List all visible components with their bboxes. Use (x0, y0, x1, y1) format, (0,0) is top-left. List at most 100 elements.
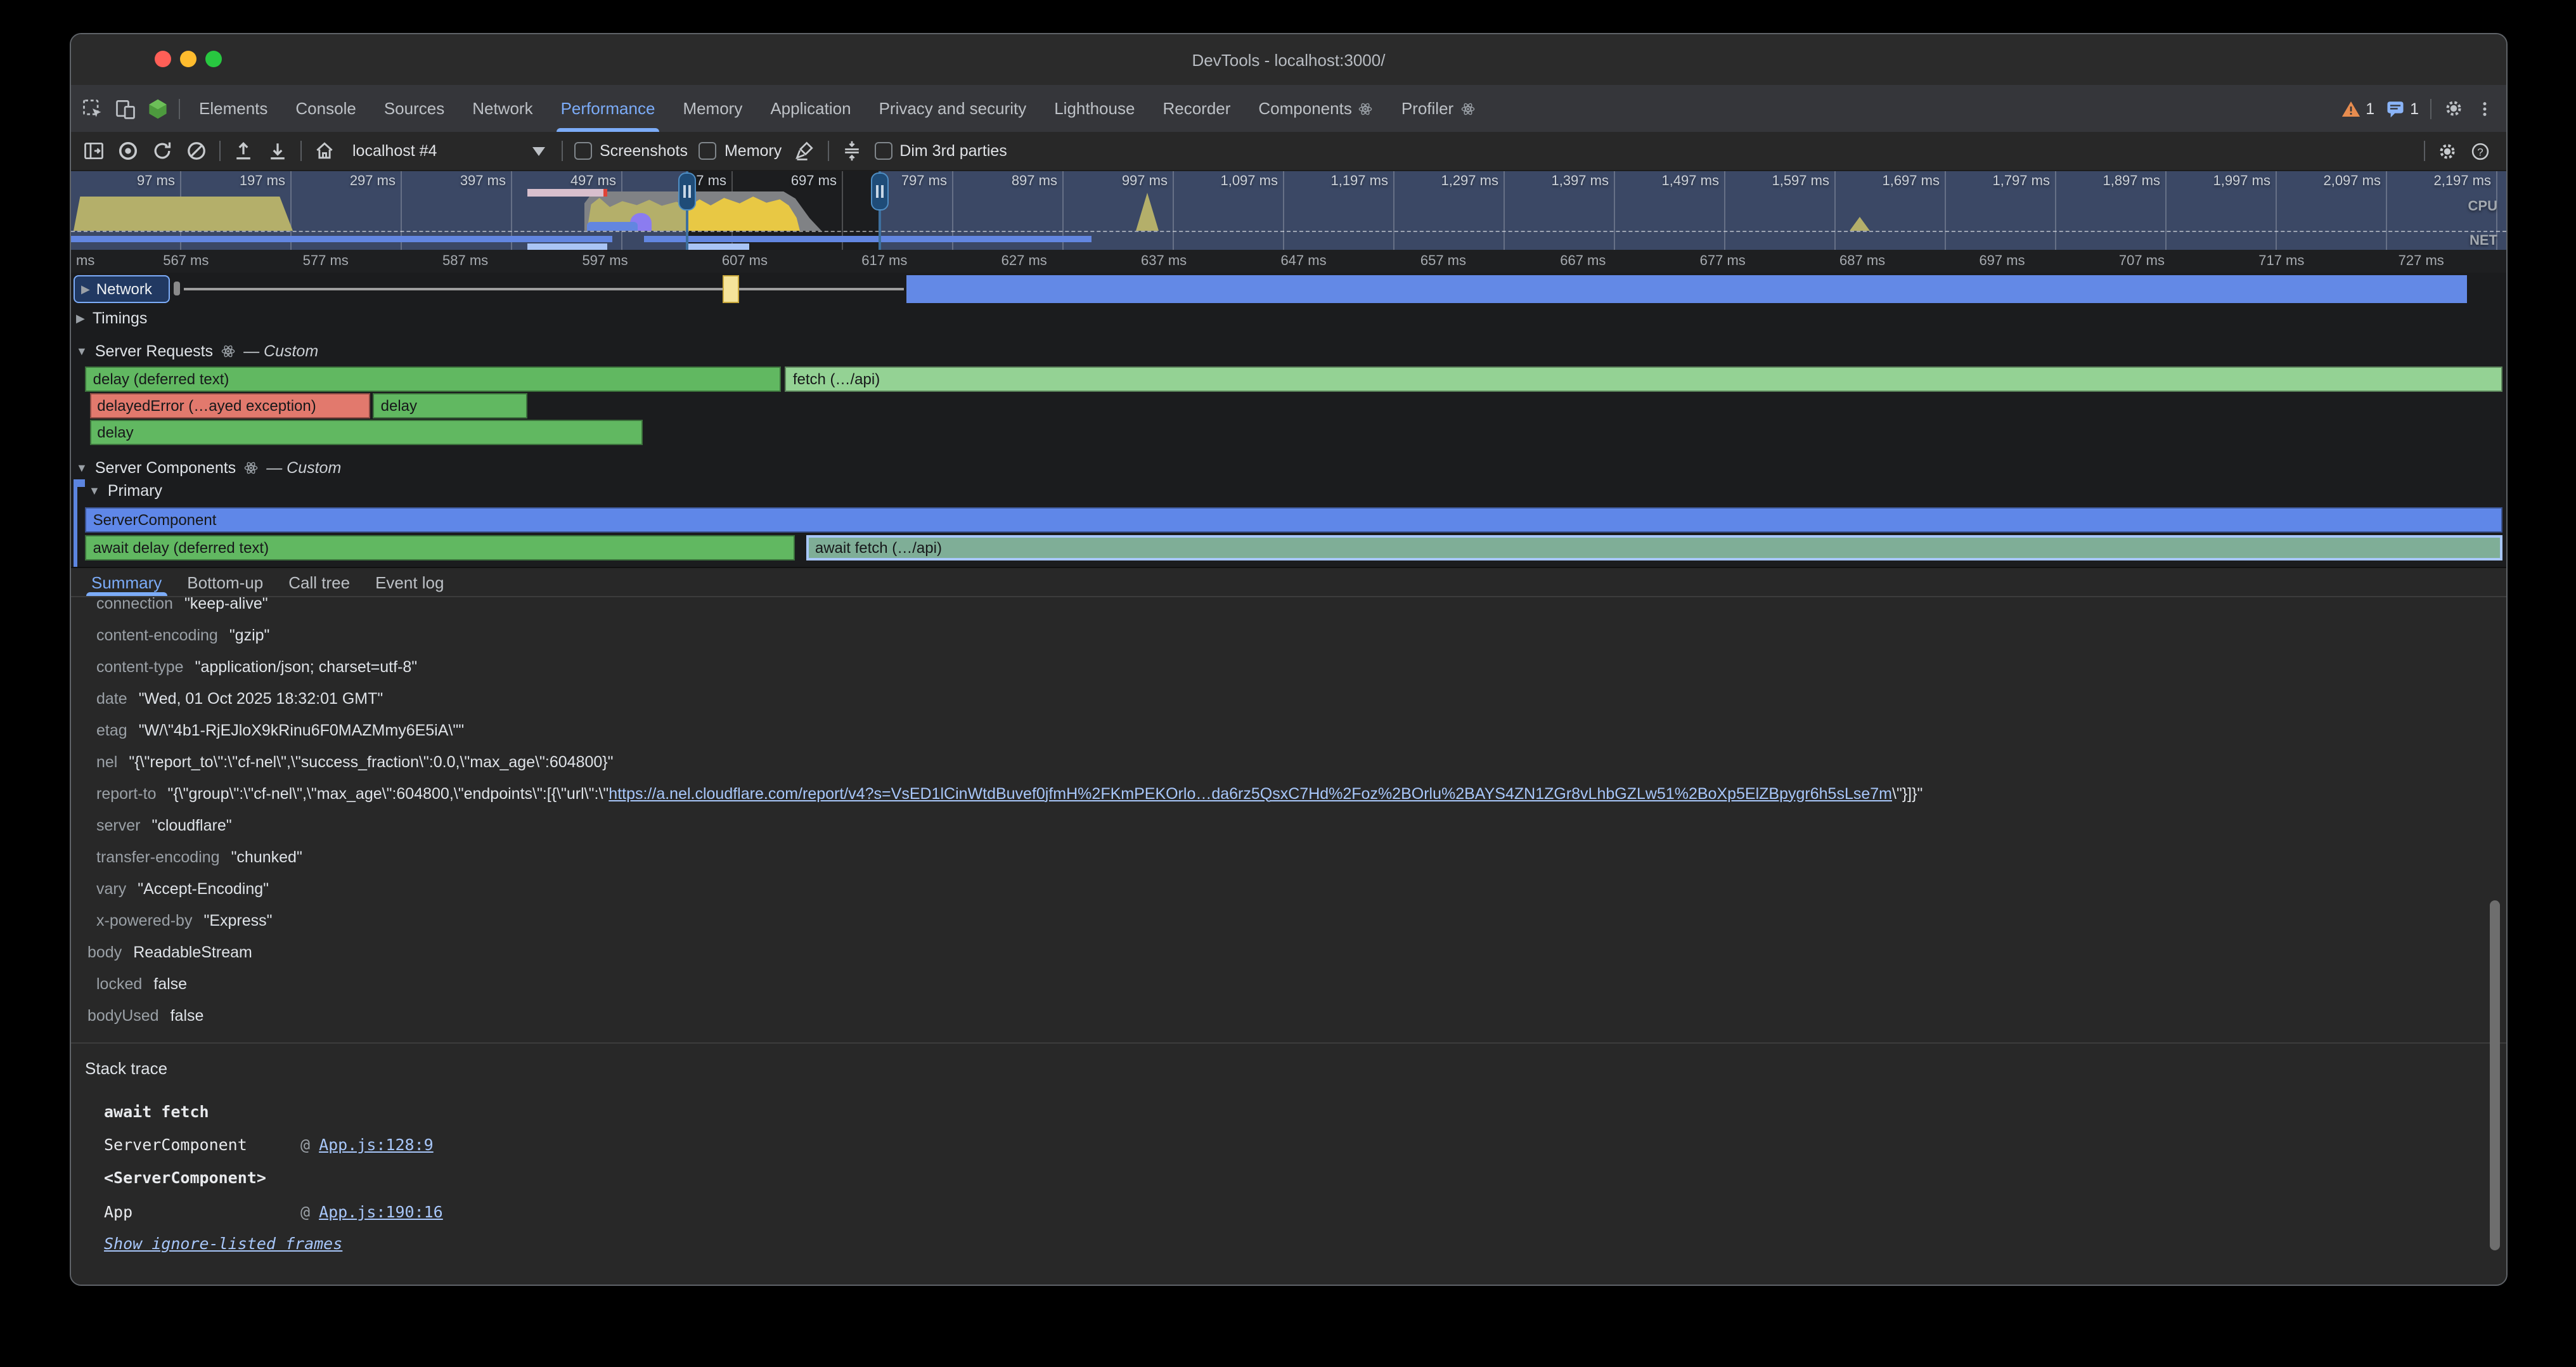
profile-select[interactable]: localhost #4 (347, 139, 550, 162)
property-value: "{\"report_to\":\"cf-nel\",\"success_fra… (129, 753, 613, 770)
settings-gear-icon[interactable] (2443, 98, 2464, 119)
timeline-event-fetch-api[interactable]: fetch (…/api) (785, 366, 2502, 392)
toggle-sidebar-icon[interactable] (82, 139, 105, 162)
tab-components[interactable]: Components (1244, 85, 1387, 132)
overview-tick-label: 1,497 ms (1645, 174, 1719, 189)
track-label: Network (96, 280, 152, 298)
track-header-server-components[interactable]: ▼Server Components— Custom (76, 459, 341, 477)
group-indent-line (74, 481, 77, 567)
overview-tick-label: 1,897 ms (2087, 174, 2160, 189)
nodejs-icon[interactable] (147, 97, 169, 120)
ruler-tick-label: 697 ms (1954, 254, 2025, 269)
ruler-tick-label: 677 ms (1675, 254, 1746, 269)
performance-toolbar: localhost #4 Screenshots Memory (71, 132, 2506, 171)
selection-handle-left[interactable] (679, 172, 697, 211)
overview-tick-label: 1,297 ms (1425, 174, 1498, 189)
property-value: "keep-alive" (184, 597, 268, 612)
inspect-element-icon[interactable] (81, 97, 104, 120)
overview-tick-label: 297 ms (322, 174, 396, 189)
disclosure-triangle-icon: ▼ (76, 462, 87, 474)
dim-3rd-parties-checkbox[interactable]: Dim 3rd parties (874, 142, 1007, 160)
reload-and-record-icon[interactable] (151, 139, 174, 162)
track-header-server-requests[interactable]: ▼Server Requests— Custom (76, 342, 318, 360)
tab-sources[interactable]: Sources (370, 85, 458, 132)
timeline-event-delay[interactable]: delay (89, 420, 643, 445)
memory-checkbox[interactable]: Memory (699, 142, 782, 160)
source-location-link[interactable]: App.js:190:16 (319, 1202, 443, 1224)
timeline-event-await-delay-deferred-text[interactable]: await delay (deferred text) (86, 535, 795, 560)
tab-call-tree[interactable]: Call tree (276, 568, 363, 596)
help-icon[interactable]: ? (2470, 140, 2491, 162)
tab-privacy-and-security[interactable]: Privacy and security (865, 85, 1041, 132)
show-ignore-listed-frames-link[interactable]: Show ignore-listed frames (104, 1234, 342, 1253)
timeline-event-delay[interactable]: delay (373, 393, 527, 418)
timeline-event-servercomponent[interactable]: ServerComponent (86, 507, 2502, 533)
save-profile-icon[interactable] (266, 139, 289, 162)
timeline-overview[interactable]: 97 ms197 ms297 ms397 ms497 ms597 ms697 m… (71, 171, 2506, 250)
timeline-event-delay-deferred-text[interactable]: delay (deferred text) (86, 366, 782, 392)
track-resize-grip[interactable] (174, 282, 180, 295)
tab-recorder[interactable]: Recorder (1149, 85, 1244, 132)
ruler-tick-label: 717 ms (2233, 254, 2304, 269)
track-timings-header[interactable]: ▶ Timings (76, 309, 147, 327)
message-count: 1 (2410, 100, 2419, 117)
source-location-link[interactable]: App.js:128:9 (319, 1135, 434, 1156)
network-track-line (184, 288, 904, 290)
property-value: "Express" (203, 911, 272, 929)
property-key: server (96, 816, 140, 834)
tab-summary[interactable]: Summary (79, 568, 174, 596)
overview-gridline (1504, 171, 1505, 250)
timeline-event-delayederror-ayed-exception[interactable]: delayedError (…ayed exception) (89, 393, 370, 418)
timeline-ruler: ms 567 ms577 ms587 ms597 ms607 ms617 ms6… (71, 250, 2506, 274)
track-suffix: — Custom (266, 459, 341, 477)
overview-gridline (1614, 171, 1615, 250)
home-icon[interactable] (313, 139, 336, 162)
frame-at: @ (300, 1135, 310, 1156)
property-row-content-encoding: content-encoding"gzip" (71, 619, 2481, 651)
overview-gridline (1173, 171, 1174, 250)
property-row-date: date"Wed, 01 Oct 2025 18:32:01 GMT" (71, 683, 2481, 715)
tab-lighthouse[interactable]: Lighthouse (1040, 85, 1149, 132)
net-activity (687, 243, 749, 249)
kebab-menu-icon[interactable] (2476, 98, 2494, 119)
tab-bottom-up[interactable]: Bottom-up (174, 568, 276, 596)
report-url-link[interactable]: https://a.nel.cloudflare.com/report/v4?s… (609, 784, 1892, 802)
net-activity (527, 243, 607, 249)
long-task-marker (603, 189, 607, 197)
tab-console[interactable]: Console (281, 85, 370, 132)
timeline-event-await-fetch-api[interactable]: await fetch (…/api) (806, 535, 2502, 560)
tab-performance[interactable]: Performance (547, 85, 669, 132)
ruler-tick-label: 667 ms (1535, 254, 1606, 269)
scrollbar-thumb[interactable] (2490, 900, 2500, 1250)
messages-badge[interactable]: 1 (2386, 100, 2419, 117)
tab-label: Network (472, 99, 532, 118)
tab-profiler[interactable]: Profiler (1388, 85, 1489, 132)
tab-event-log[interactable]: Event log (363, 568, 456, 596)
clear-icon[interactable] (185, 139, 208, 162)
screenshots-checkbox[interactable]: Screenshots (574, 142, 688, 160)
issues-warning-badge[interactable]: 1 (2341, 100, 2374, 117)
selection-handle-right[interactable] (871, 172, 889, 211)
tab-memory[interactable]: Memory (669, 85, 756, 132)
chevron-down-icon (532, 146, 545, 155)
tab-network[interactable]: Network (458, 85, 546, 132)
svg-text:?: ? (2477, 145, 2483, 157)
overview-tick-label: 1,697 ms (1866, 174, 1940, 189)
property-row-vary: vary"Accept-Encoding" (71, 873, 2481, 905)
subtrack-primary-header[interactable]: ▼Primary (89, 482, 162, 500)
network-request-bar[interactable] (907, 275, 2468, 303)
tab-elements[interactable]: Elements (185, 85, 281, 132)
checkbox-box (574, 142, 592, 160)
load-profile-icon[interactable] (232, 139, 255, 162)
collapse-sanitize-icon[interactable] (840, 139, 863, 162)
net-activity (644, 236, 1092, 242)
record-icon[interactable] (117, 139, 139, 162)
device-toolbar-icon[interactable] (114, 97, 137, 120)
collect-garbage-icon[interactable] (793, 139, 816, 162)
network-request-marker[interactable] (723, 275, 739, 303)
track-network-header[interactable]: ▶ Network (74, 275, 170, 303)
panel-settings-gear-icon[interactable] (2437, 140, 2458, 162)
tab-application[interactable]: Application (756, 85, 865, 132)
property-row-body: bodyReadableStream (71, 936, 2481, 968)
checkbox-label: Screenshots (600, 142, 688, 160)
